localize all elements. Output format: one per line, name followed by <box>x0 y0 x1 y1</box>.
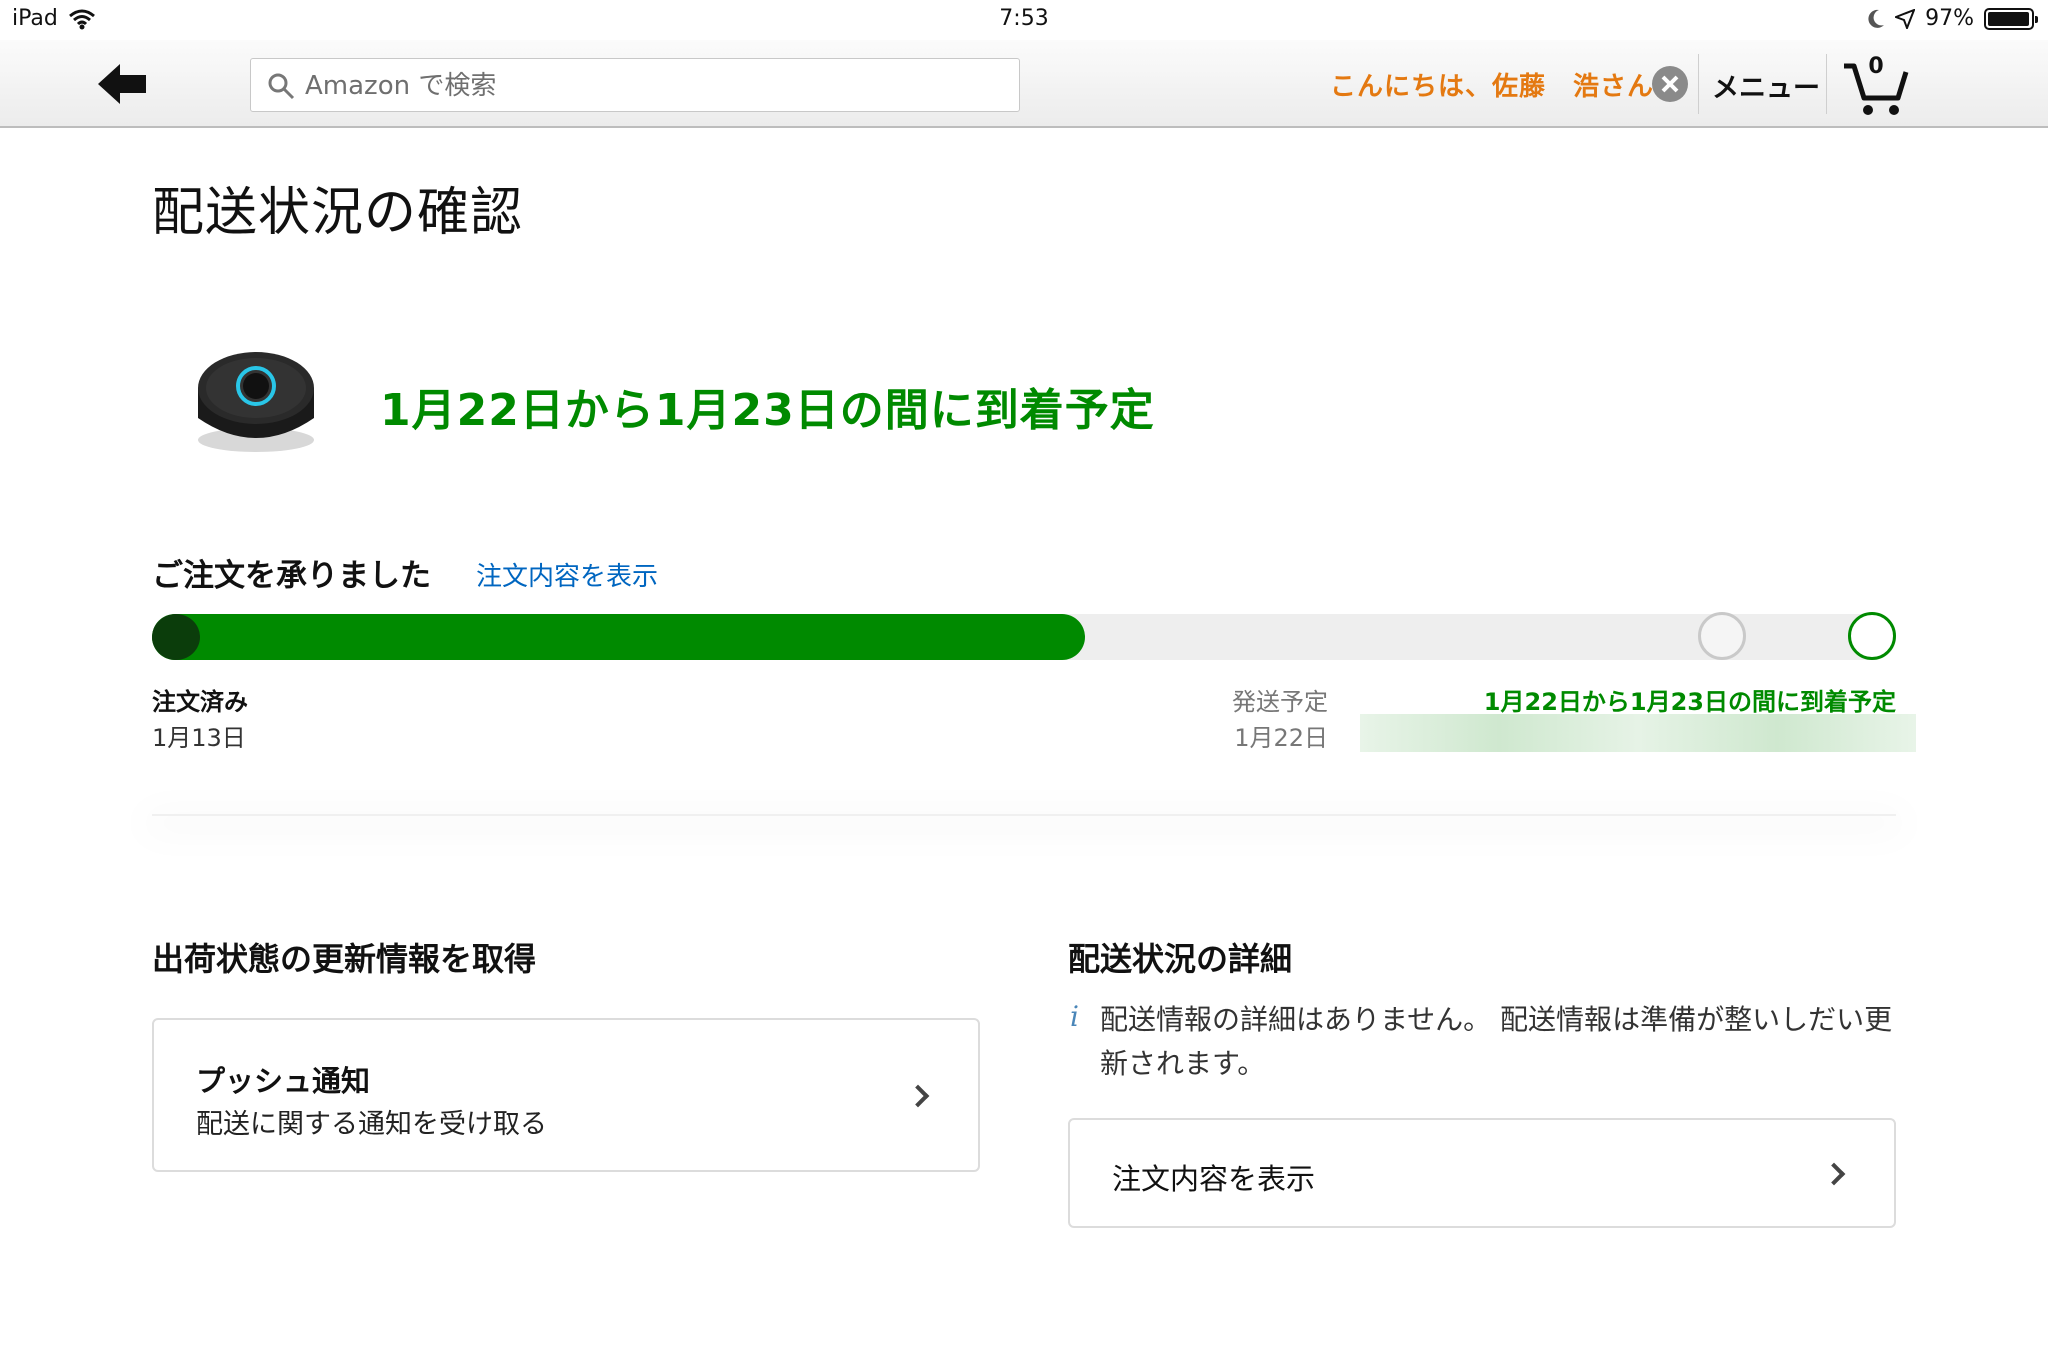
progress-node-arrival <box>1848 612 1896 660</box>
close-icon[interactable] <box>1652 66 1688 102</box>
nav-divider <box>1698 54 1699 114</box>
push-subtitle: 配送に関する通知を受け取る <box>196 1109 547 1140</box>
status-bar: iPad 7:53 97% <box>0 0 2048 40</box>
arrival-headline: 1月22日から1月23日の間に到着予定 <box>380 385 1155 436</box>
cart-button[interactable]: 0 <box>1840 54 1910 118</box>
chevron-right-icon <box>1822 1162 1846 1186</box>
progress-node-ordered <box>152 614 200 660</box>
step-shipping-title: 発送予定 <box>1232 688 1328 716</box>
nav-bar: こんにちは、佐藤 浩さん メニュー 0 <box>0 40 2048 128</box>
battery-icon <box>1984 7 2038 30</box>
updates-heading: 出荷状態の更新情報を取得 <box>152 940 537 978</box>
chevron-right-icon <box>906 1084 930 1108</box>
view-order-card[interactable]: 注文内容を表示 <box>1068 1118 1896 1228</box>
moon-icon <box>1868 9 1885 28</box>
details-info-text: 配送情報の詳細はありません。 配送情報は準備が整いしだい更新されます。 <box>1100 1003 1893 1080</box>
arrival-highlight-bar <box>1360 714 1916 752</box>
search-box[interactable] <box>250 58 1020 112</box>
location-arrow-icon <box>1895 8 1916 29</box>
battery-percent: 97% <box>1925 6 1974 31</box>
progress-track <box>152 614 1896 660</box>
step-shipping-date: 1月22日 <box>1234 724 1328 752</box>
greeting-text[interactable]: こんにちは、佐藤 浩さん <box>1330 66 1654 103</box>
menu-button[interactable]: メニュー <box>1712 66 1820 105</box>
status-right: 97% <box>1867 6 2038 31</box>
search-icon <box>268 73 295 100</box>
progress-node-shipping <box>1698 612 1746 660</box>
section-divider <box>152 814 1896 816</box>
info-icon: i <box>1070 1000 1079 1033</box>
cart-count: 0 <box>1868 54 1884 79</box>
search-input[interactable] <box>305 67 1005 105</box>
push-notification-card[interactable]: プッシュ通知 配送に関する通知を受け取る <box>152 1018 980 1172</box>
push-title: プッシュ通知 <box>196 1064 371 1098</box>
battery-fill <box>1988 11 2029 26</box>
step-ordered-title: 注文済み <box>152 688 248 716</box>
nav-divider <box>1826 54 1827 114</box>
details-heading: 配送状況の詳細 <box>1068 940 1293 978</box>
view-order-link[interactable]: 注文内容を表示 <box>476 556 658 593</box>
step-ordered-date: 1月13日 <box>152 724 246 752</box>
progress-fill <box>152 614 1086 660</box>
page-title: 配送状況の確認 <box>152 183 524 243</box>
product-image[interactable] <box>190 330 320 460</box>
status-time: 7:53 <box>999 6 1049 31</box>
view-order-label: 注文内容を表示 <box>1112 1162 1316 1196</box>
order-status-heading: ご注文を承りました <box>152 558 431 594</box>
step-arrival-title: 1月22日から1月23日の間に到着予定 <box>1483 688 1896 716</box>
back-arrow-icon[interactable] <box>96 62 148 106</box>
